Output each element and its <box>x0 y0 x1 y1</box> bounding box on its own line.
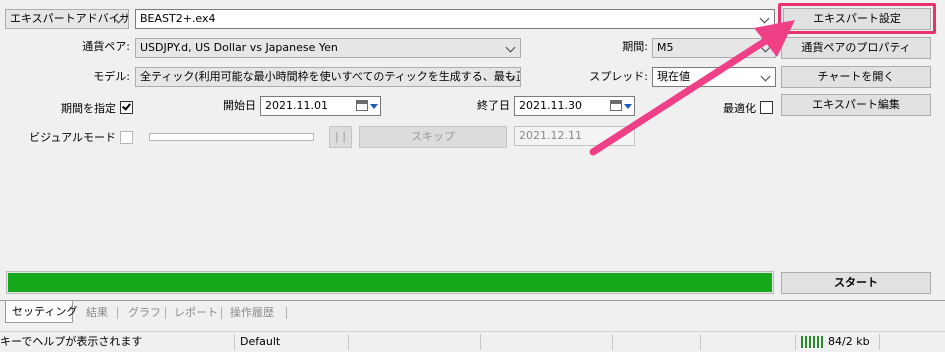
status-separator <box>700 334 701 350</box>
connection-bars-icon <box>801 336 825 348</box>
status-traffic: 84/2 kb <box>828 335 870 348</box>
start-button-label: スタート <box>834 276 878 289</box>
status-separator <box>234 334 235 350</box>
tab-journal[interactable]: 操作履歴 <box>224 303 280 323</box>
status-separator <box>879 334 880 350</box>
status-separator <box>612 334 613 350</box>
start-button[interactable]: スタート <box>781 272 931 294</box>
annotation-arrow <box>589 20 795 156</box>
tab-bar: セッティング 結果 グラフ レポート 操作履歴 <box>0 301 945 325</box>
progress-bar <box>6 271 774 294</box>
tab-separator <box>165 307 166 319</box>
tab-results[interactable]: 結果 <box>80 303 114 323</box>
status-separator <box>480 334 481 350</box>
status-separator <box>348 334 349 350</box>
progress-fill <box>8 273 772 292</box>
tab-separator <box>221 307 222 319</box>
arrow-head <box>754 20 795 57</box>
tab-settings[interactable]: セッティング <box>5 301 77 323</box>
tab-graph[interactable]: グラフ <box>122 303 167 323</box>
status-help-text: キーでヘルプが表示されます <box>0 335 143 348</box>
tab-report[interactable]: レポート <box>168 303 224 323</box>
arrow-shaft <box>589 34 774 156</box>
tab-separator <box>286 307 287 319</box>
tab-separator <box>117 307 118 319</box>
status-profile: Default <box>240 335 281 348</box>
status-separator <box>795 334 796 350</box>
status-bar: キーでヘルプが表示されます Default 84/2 kb <box>0 331 945 351</box>
